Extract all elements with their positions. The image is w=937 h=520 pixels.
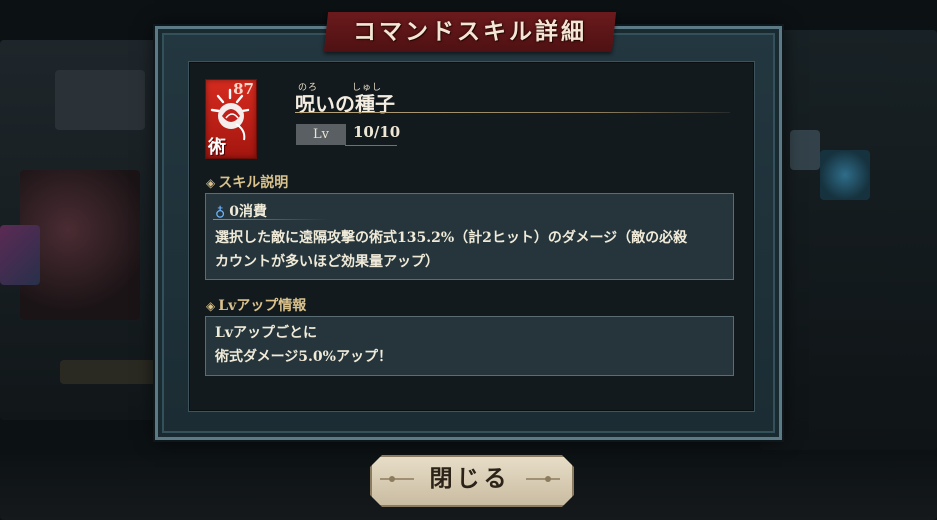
heading-text: スキル説明 bbox=[218, 175, 289, 191]
divider bbox=[295, 112, 730, 113]
close-button-label[interactable]: 閉じる bbox=[370, 455, 570, 503]
skill-type-label: 術 bbox=[208, 137, 226, 158]
level-label: Lv bbox=[296, 124, 346, 145]
lv-up-info-line: 術式ダメージ5.0%アップ！ bbox=[215, 349, 392, 365]
seed-curse-icon: 87 術 bbox=[205, 79, 257, 159]
divider bbox=[345, 145, 397, 146]
diamond-icon: ◈ bbox=[206, 176, 216, 190]
section-heading-lv-up-info: ◈ Lvアップ情報 bbox=[206, 295, 306, 315]
background-bar bbox=[60, 360, 170, 384]
background-right-panel bbox=[760, 30, 937, 450]
background-left-card bbox=[55, 70, 145, 130]
cost-text: 0消費 bbox=[229, 204, 267, 220]
background-stripe bbox=[0, 225, 40, 285]
diamond-icon: ◈ bbox=[206, 299, 216, 313]
water-drop-icon: ♁ bbox=[215, 204, 226, 220]
heading-text: Lvアップ情報 bbox=[218, 298, 307, 314]
divider bbox=[213, 219, 328, 220]
section-heading-skill-description: ◈ スキル説明 bbox=[206, 172, 288, 192]
dialog-title: コマンドスキル詳細 bbox=[353, 18, 587, 45]
lv-up-info-line: Lvアップごとに bbox=[215, 325, 317, 341]
skill-cost: ♁ 0消費 bbox=[215, 201, 267, 221]
skill-description-line: カウントが多いほど効果量アップ） bbox=[215, 254, 439, 270]
level-value: 10/10 bbox=[353, 123, 401, 141]
background-right-item bbox=[820, 150, 870, 200]
skill-description-line: 選択した敵に遠隔攻撃の術式135.2%（計2ヒット）のダメージ（敵の必殺 bbox=[215, 230, 688, 246]
background-right-item bbox=[790, 130, 820, 170]
skill-cost-badge: 87 bbox=[233, 80, 254, 98]
